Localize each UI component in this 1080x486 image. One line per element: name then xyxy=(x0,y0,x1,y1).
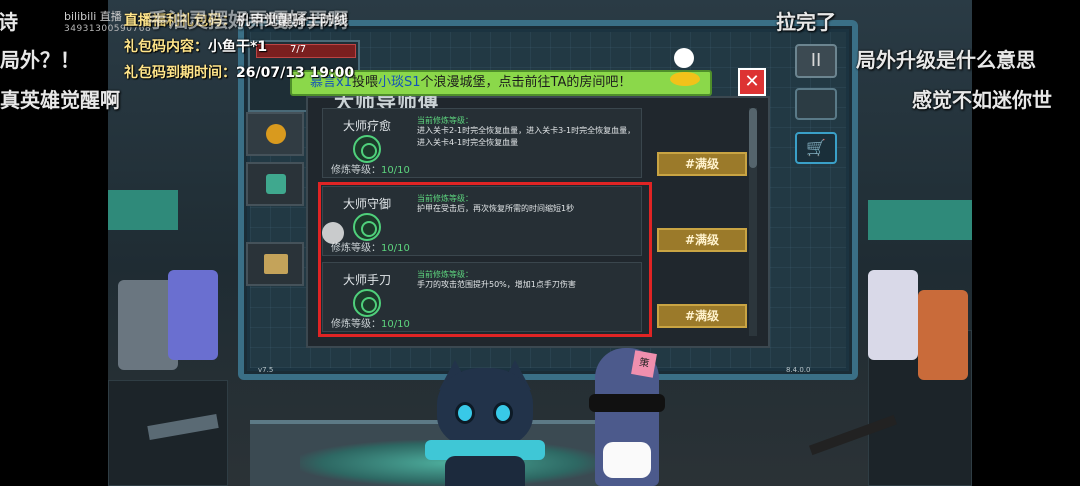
max-level-button[interactable]: #满级 xyxy=(657,304,747,328)
touch-indicator xyxy=(322,222,344,244)
settings-button[interactable] xyxy=(795,88,837,120)
max-level-button[interactable]: #满级 xyxy=(657,228,747,252)
cart-icon: 🛒 xyxy=(806,138,826,157)
robot-right-1 xyxy=(868,270,918,360)
castle-gift-icon xyxy=(668,44,702,94)
bot-tag: 策 xyxy=(631,350,657,378)
hp-text: 7/7 xyxy=(290,44,307,55)
map-icon xyxy=(264,254,288,274)
danmaku-comment: 感觉不如迷你世 xyxy=(912,88,1052,112)
danmaku-comment: 诗 xyxy=(0,10,18,34)
danmaku-comment: 手油灵摆好弄嘎好弄啊 xyxy=(148,8,348,32)
danmaku-comment: 真英雄觉醒啊 xyxy=(0,88,120,112)
shield-badge-icon xyxy=(266,124,286,144)
red-highlight-box xyxy=(318,182,652,337)
gift-expiry-line: 礼包码到期时间：26/07/13 19:00 xyxy=(124,65,355,81)
gift-text-b: 个浪漫城堡，点击前往TA的房间吧！ xyxy=(420,75,632,90)
robot-left-2 xyxy=(168,270,218,360)
skill-level: 修炼等级：10/10 xyxy=(331,165,410,176)
plant-left xyxy=(108,190,178,230)
bilibili-logo: bilibili 直播 xyxy=(64,10,122,23)
bot-hands xyxy=(603,442,651,478)
version-left: v7.5 xyxy=(258,366,274,374)
plant-right xyxy=(868,200,972,240)
bot-mascot: 策 xyxy=(585,338,669,486)
shop-cart-button[interactable]: 🛒 xyxy=(795,132,837,164)
skill-healing-icon xyxy=(353,135,381,163)
gift-content-line: 礼包码内容：小鱼干*1 xyxy=(124,39,268,55)
scroll-thumb[interactable] xyxy=(749,108,757,168)
skill-card-healing: 大师疗愈 修炼等级：10/10 当前修炼等级： 进入关卡2-1时完全恢复血量，进… xyxy=(322,108,642,178)
tab-badge[interactable] xyxy=(246,112,304,156)
danmaku-comment: 拉完了 xyxy=(776,10,836,34)
max-level-button[interactable]: #满级 xyxy=(657,152,747,176)
robot-right-2 xyxy=(918,290,968,380)
gift-text-a: 投喂 xyxy=(351,75,378,90)
sunglasses-icon xyxy=(589,394,665,412)
scroll-icon xyxy=(266,174,286,194)
cat-eye-right xyxy=(493,402,513,424)
gift-receiver: 小琰S1 xyxy=(377,75,421,90)
cat-head xyxy=(437,368,533,448)
panel-tabs xyxy=(246,112,310,312)
cat-eye-left xyxy=(455,402,475,424)
cat-mascot xyxy=(425,360,545,486)
tab-map[interactable] xyxy=(246,242,304,286)
close-notification-button[interactable]: ✕ xyxy=(738,68,766,96)
skill-name: 大师疗愈 xyxy=(343,119,392,133)
cat-body xyxy=(445,456,525,486)
tab-skills[interactable] xyxy=(246,162,304,206)
danmaku-comment: 局外升级是什么意思 xyxy=(856,48,1036,72)
pause-button[interactable]: II xyxy=(795,44,837,78)
skill-description: 进入关卡2-1时完全恢复血量，进入关卡3-1时完全恢复血量，进入关卡4-1时完全… xyxy=(417,126,636,147)
danmaku-comment: 局外？！ xyxy=(0,48,80,72)
version-right: 8.4.0.0 xyxy=(786,366,811,374)
